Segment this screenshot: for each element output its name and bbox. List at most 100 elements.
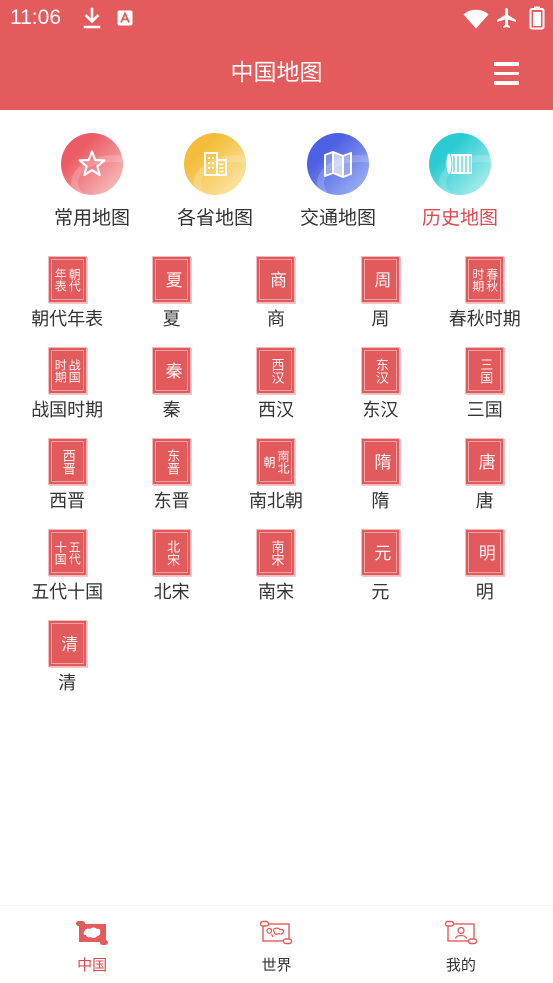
- app-bar: 11:06 中国地图: [0, 0, 553, 110]
- seal-lettering: 明: [474, 544, 495, 561]
- seal-lettering: 战国时期: [53, 358, 82, 383]
- dynasty-label: 东汉: [362, 400, 399, 421]
- seal-lettering: 北宋: [164, 539, 180, 566]
- profile-icon: [444, 920, 478, 945]
- dynasty-item[interactable]: 战国时期 战国时期: [15, 348, 119, 439]
- dynasty-item[interactable]: 南宋 南宋: [224, 530, 328, 621]
- bottom-nav: 中国 世界 我的: [0, 905, 553, 983]
- dynasty-label: 西汉: [257, 400, 294, 421]
- seal-lettering: 朝代年表: [53, 267, 82, 292]
- dynasty-item[interactable]: 五代十国 五代十国: [15, 530, 119, 621]
- seal-lettering: 商: [265, 271, 286, 288]
- category-common-maps[interactable]: 常用地图: [37, 133, 147, 230]
- seal-lettering: 秦: [161, 362, 182, 379]
- dynasty-label: 战国时期: [31, 400, 104, 421]
- category-label: 各省地图: [176, 207, 253, 229]
- seal-lettering: 唐: [474, 453, 495, 470]
- seal-icon: 东晋: [153, 439, 191, 484]
- dynasty-item[interactable]: 隋隋: [328, 439, 432, 530]
- menu-icon-bar: [494, 62, 519, 66]
- seal-icon: 东汉: [361, 348, 399, 393]
- dynasty-item[interactable]: 明明: [433, 530, 537, 621]
- folded-map-icon: [307, 133, 369, 195]
- status-time: 11:06: [10, 6, 61, 29]
- seal-icon: 三国: [466, 348, 504, 393]
- nav-china[interactable]: 中国: [0, 906, 184, 983]
- download-icon: [83, 7, 101, 29]
- seal-icon: 秦: [153, 348, 191, 393]
- dynasty-label: 唐: [475, 491, 494, 512]
- seal-icon: 南宋: [257, 530, 295, 575]
- wifi-icon: [463, 9, 489, 29]
- seal-icon: 北宋: [153, 530, 191, 575]
- dynasty-label: 元: [371, 582, 390, 603]
- page-title: 中国地图: [230, 60, 323, 86]
- category-label: 交通地图: [299, 207, 376, 229]
- category-label: 常用地图: [53, 207, 130, 229]
- dynasty-label: 隋: [371, 491, 390, 512]
- star-icon: [61, 133, 123, 195]
- dynasty-item[interactable]: 西汉 西汉: [224, 348, 328, 439]
- dynasty-item[interactable]: 三国 三国: [433, 348, 537, 439]
- dynasty-label: 秦: [162, 400, 181, 421]
- dynasty-item[interactable]: 清清: [15, 621, 119, 712]
- dynasty-label: 五代十国: [31, 582, 104, 603]
- seal-icon: 南北朝: [257, 439, 295, 484]
- seal-lettering: 东晋: [164, 448, 180, 475]
- dynasty-item[interactable]: 夏夏: [119, 257, 223, 348]
- seal-icon: 元: [361, 530, 399, 575]
- nav-world[interactable]: 世界: [184, 906, 368, 983]
- dynasty-item[interactable]: 朝代年表 朝代年表: [15, 257, 119, 348]
- dynasty-grid: 朝代年表 朝代年表夏夏商商周周春秋时期 春秋时期 战国时期 战国时期秦秦西汉 西汉 东汉 东汉…: [15, 257, 537, 712]
- dynasty-label: 明: [475, 582, 494, 603]
- seal-icon: 隋: [361, 439, 399, 484]
- hamburger-menu-icon: [494, 62, 519, 85]
- seal-lettering: 春秋时期: [470, 267, 499, 292]
- dynasty-item[interactable]: 春秋时期 春秋时期: [433, 257, 537, 348]
- menu-button[interactable]: [494, 62, 519, 85]
- dynasty-item[interactable]: 东汉 东汉: [328, 348, 432, 439]
- airplane-mode-icon: [497, 8, 516, 28]
- seal-lettering: 夏: [161, 271, 182, 288]
- scroll-icon: [429, 133, 491, 195]
- seal-icon: 五代十国: [48, 530, 86, 575]
- category-province-maps[interactable]: 各省地图: [160, 133, 270, 230]
- seal-lettering: 东汉: [372, 357, 388, 384]
- nav-profile[interactable]: 我的: [369, 906, 553, 983]
- dynasty-label: 西晋: [49, 491, 86, 512]
- dynasty-label: 周: [371, 309, 390, 330]
- category-history-maps[interactable]: 历史地图: [405, 133, 515, 230]
- nav-label: 中国: [77, 956, 108, 974]
- dynasty-label: 商: [266, 309, 285, 330]
- dynasty-item[interactable]: 秦秦: [119, 348, 223, 439]
- menu-icon-bar: [494, 71, 519, 75]
- seal-icon: 春秋时期: [466, 257, 504, 302]
- seal-lettering: 南宋: [268, 539, 284, 566]
- seal-lettering: 周: [370, 271, 391, 288]
- seal-icon: 商: [257, 257, 295, 302]
- seal-lettering: 元: [370, 544, 391, 561]
- dynasty-item[interactable]: 唐唐: [433, 439, 537, 530]
- seal-icon: 夏: [153, 257, 191, 302]
- seal-icon: 战国时期: [48, 348, 86, 393]
- seal-icon: 明: [466, 530, 504, 575]
- dynasty-label: 北宋: [153, 582, 190, 603]
- dynasty-item[interactable]: 元元: [328, 530, 432, 621]
- dynasty-item[interactable]: 北宋 北宋: [119, 530, 223, 621]
- category-transport-maps[interactable]: 交通地图: [283, 133, 393, 230]
- dynasty-item[interactable]: 周周: [328, 257, 432, 348]
- dynasty-item[interactable]: 西晋 西晋: [15, 439, 119, 530]
- dynasty-item[interactable]: 南北朝 南北朝: [224, 439, 328, 530]
- seal-lettering: 隋: [370, 453, 391, 470]
- battery-icon: [529, 6, 545, 30]
- dynasty-item[interactable]: 商商: [224, 257, 328, 348]
- buildings-icon: [184, 133, 246, 195]
- dynasty-label: 清: [58, 673, 77, 694]
- dynasty-item[interactable]: 东晋 东晋: [119, 439, 223, 530]
- status-bar: 11:06: [0, 0, 553, 36]
- seal-lettering: 清: [57, 635, 78, 652]
- dynasty-label: 南宋: [257, 582, 294, 603]
- seal-icon: 周: [361, 257, 399, 302]
- seal-icon: 西晋: [48, 439, 86, 484]
- seal-icon: 唐: [466, 439, 504, 484]
